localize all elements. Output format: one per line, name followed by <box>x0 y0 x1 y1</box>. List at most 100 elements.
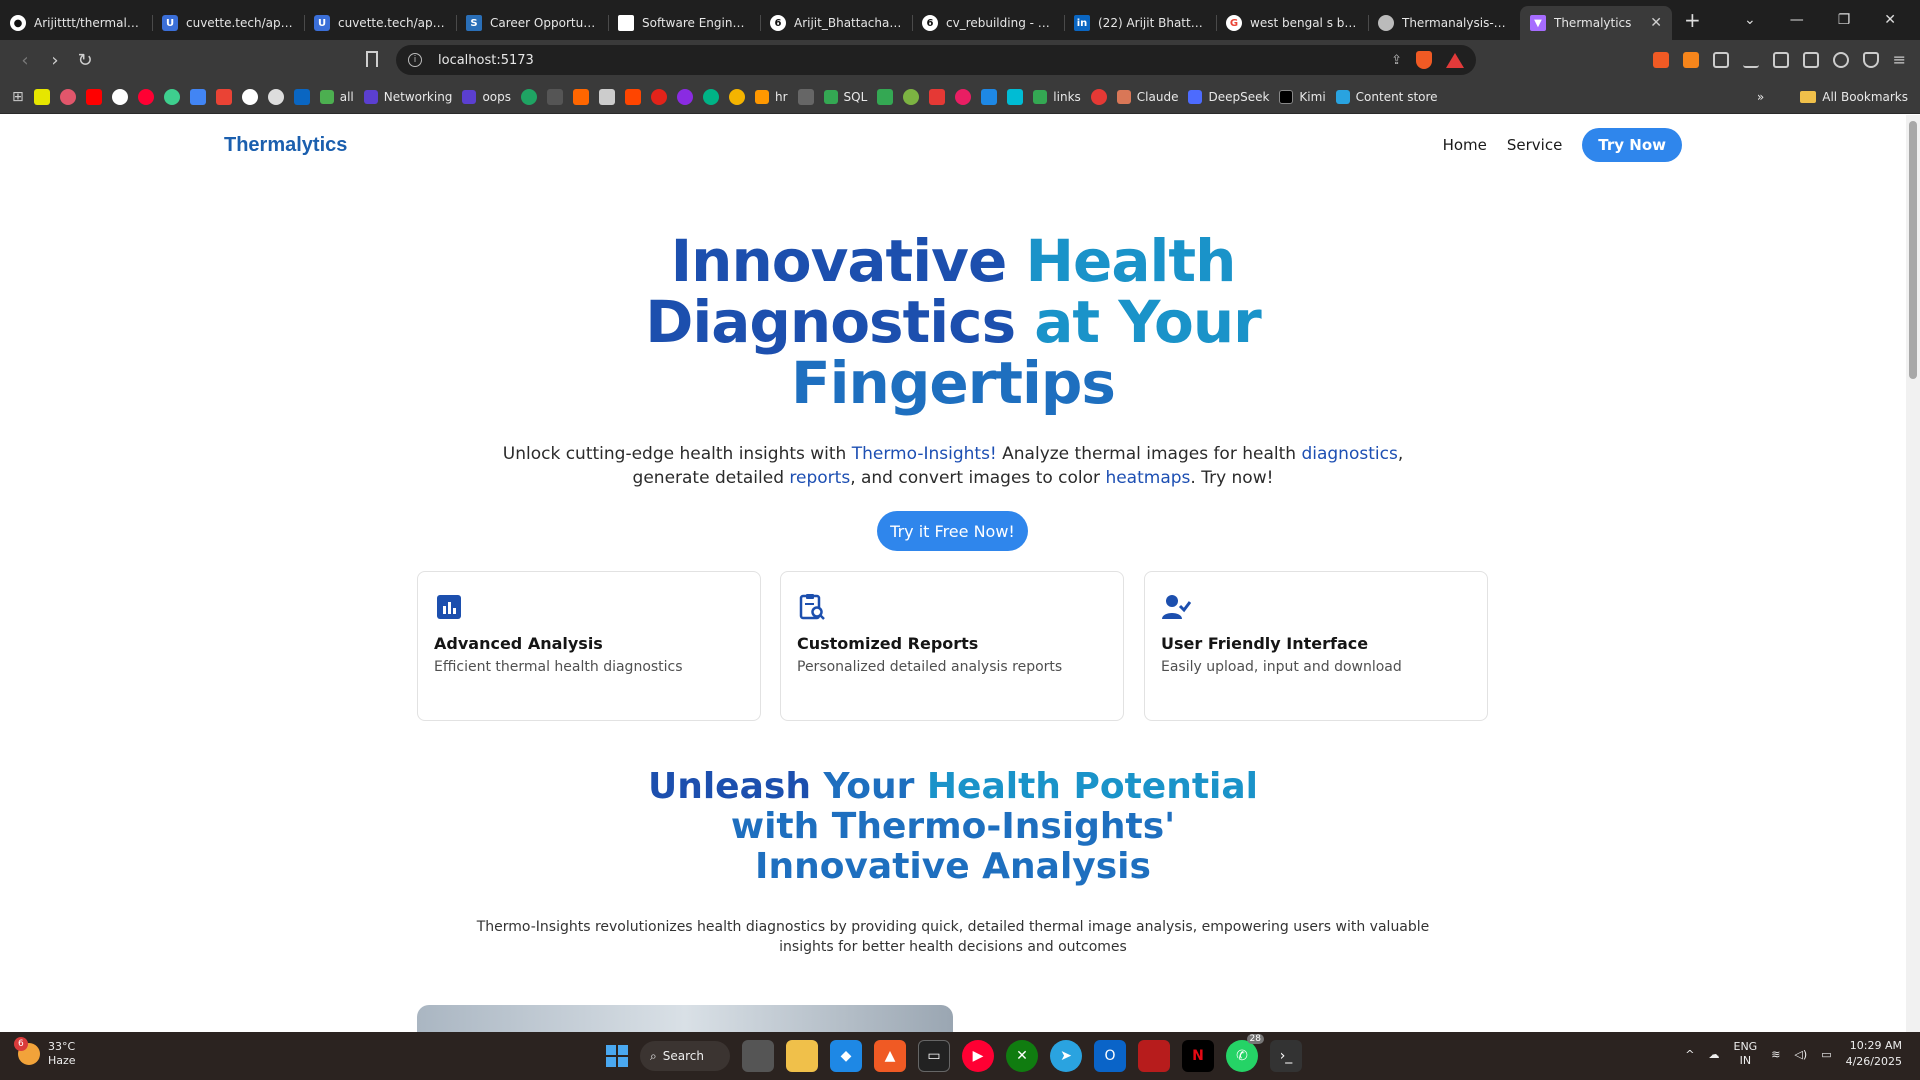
site-info-icon[interactable]: i <box>408 53 422 67</box>
leo-ai-icon[interactable] <box>1832 51 1849 68</box>
bookmark-favicon[interactable] <box>163 88 180 105</box>
bookmark-favicon[interactable] <box>59 88 76 105</box>
close-window-icon[interactable]: ✕ <box>1884 12 1896 28</box>
bookmark-favicon[interactable] <box>703 88 719 105</box>
site-logo[interactable]: Thermalytics <box>224 134 347 157</box>
vscode-icon[interactable]: ◆ <box>830 1040 862 1072</box>
all-bookmarks[interactable]: » All Bookmarks <box>1757 90 1908 104</box>
bookmark-sql[interactable]: SQL <box>823 89 867 104</box>
brave-shields-icon[interactable] <box>1416 51 1432 69</box>
youtube-music-icon[interactable] <box>137 88 154 105</box>
bookmark-favicon[interactable] <box>521 88 537 105</box>
share-icon[interactable]: ⇪ <box>1391 53 1402 68</box>
google-icon[interactable] <box>111 88 128 105</box>
brave-rewards-icon[interactable] <box>1446 52 1464 68</box>
bookmark-favicon[interactable] <box>599 88 615 105</box>
bookmark-favicon[interactable] <box>625 88 641 105</box>
download-icon[interactable] <box>1742 52 1759 68</box>
metamask-fox-icon[interactable] <box>1682 51 1699 68</box>
brave-icon[interactable]: ▲ <box>874 1040 906 1072</box>
tray-overflow-icon[interactable]: ^ <box>1685 1048 1694 1061</box>
tab-arijit-doc[interactable]: 6 Arijit_Bhattacharya <box>760 6 912 40</box>
battery-icon[interactable]: ▭ <box>1821 1048 1831 1061</box>
tab-cuvette-1[interactable]: Ucuvette.tech/app/st <box>152 6 304 40</box>
back-icon[interactable]: ‹ <box>10 45 40 75</box>
bookmark-favicon[interactable] <box>33 88 50 105</box>
scrollbar-thumb[interactable] <box>1909 121 1917 379</box>
address-text[interactable]: localhost:5173 <box>438 53 534 68</box>
github-icon[interactable] <box>241 88 258 105</box>
bookmark-claude[interactable]: Claude <box>1116 89 1178 104</box>
ycombinator-icon[interactable] <box>573 88 589 105</box>
terminal-icon[interactable]: ›_ <box>1270 1040 1302 1072</box>
menu-icon[interactable]: ≡ <box>1893 50 1906 69</box>
bookmark-favicon[interactable] <box>729 88 745 105</box>
bookmark-favicon[interactable] <box>1007 88 1024 105</box>
bookmark-favicon[interactable] <box>797 88 814 105</box>
reload-icon[interactable]: ↻ <box>70 45 100 75</box>
app-red-icon[interactable] <box>1138 1040 1170 1072</box>
outlook-icon[interactable]: O <box>1094 1040 1126 1072</box>
sidebar-icon[interactable] <box>1772 51 1789 68</box>
onedrive-cloud-icon[interactable]: ☁ <box>1709 1048 1720 1061</box>
task-view-icon[interactable] <box>742 1040 774 1072</box>
try-free-button[interactable]: Try it Free Now! <box>877 511 1028 551</box>
xbox-icon[interactable]: ✕ <box>1006 1040 1038 1072</box>
nav-home-link[interactable]: Home <box>1443 136 1487 154</box>
restore-icon[interactable]: ❐ <box>1838 12 1851 28</box>
tab-thermanalysis[interactable]: Thermanalysis-Rep <box>1368 6 1520 40</box>
telegram-icon[interactable]: ➤ <box>1050 1040 1082 1072</box>
taskbar-search[interactable]: ⌕ Search <box>640 1041 730 1071</box>
tab-linkedin[interactable]: in(22) Arijit Bhattacha <box>1064 6 1216 40</box>
tab-search-icon[interactable]: ⌄ <box>1744 12 1756 28</box>
clock[interactable]: 10:29 AM 4/26/2025 <box>1846 1038 1902 1070</box>
file-explorer-icon[interactable] <box>786 1040 818 1072</box>
youtube-music-icon[interactable]: ▶ <box>962 1040 994 1072</box>
bookmark-favicon[interactable] <box>955 88 972 105</box>
apps-grid-icon[interactable]: ⊞ <box>12 89 24 105</box>
bookmark-favicon[interactable] <box>651 88 667 105</box>
google-docs-icon[interactable] <box>189 88 206 105</box>
bookmark-favicon[interactable] <box>877 88 894 105</box>
try-now-button[interactable]: Try Now <box>1582 128 1682 162</box>
volume-icon[interactable]: ◁) <box>1794 1048 1807 1061</box>
tab-thermalytics[interactable]: ▼ Thermalytics ✕ <box>1520 6 1672 40</box>
netflix-icon[interactable]: N <box>1182 1040 1214 1072</box>
tab-github[interactable]: ● Arijitttt/thermal_ins <box>0 6 152 40</box>
linkedin-icon[interactable] <box>293 88 310 105</box>
bookmark-favicon[interactable] <box>903 88 920 105</box>
youtube-icon[interactable] <box>85 88 102 105</box>
bookmark-favicon[interactable] <box>981 88 998 105</box>
whatsapp-icon[interactable]: ✆ 28 <box>1226 1034 1264 1072</box>
bookmark-kimi[interactable]: Kimi <box>1279 89 1326 104</box>
extension-red-icon[interactable] <box>1652 51 1669 68</box>
bookmark-oops[interactable]: oops <box>462 89 511 104</box>
play-icon[interactable] <box>547 88 563 105</box>
nav-service-link[interactable]: Service <box>1507 136 1562 154</box>
bookmark-deepseek[interactable]: DeepSeek <box>1188 89 1269 104</box>
bookmark-favicon[interactable] <box>677 88 693 105</box>
bookmark-favicon[interactable] <box>929 88 946 105</box>
terminal-window-icon[interactable]: ▭ <box>918 1040 950 1072</box>
tab-cv[interactable]: 6 cv_rebuilding - Onl <box>912 6 1064 40</box>
new-tab-icon[interactable]: + <box>1684 8 1701 32</box>
wifi-icon[interactable]: ≋ <box>1771 1048 1780 1061</box>
overflow-chevron-icon[interactable]: » <box>1757 90 1764 104</box>
weather-widget[interactable]: 6 33°C Haze <box>14 1037 76 1068</box>
tab-cuvette-2[interactable]: Ucuvette.tech/app/d <box>304 6 456 40</box>
gmail-icon[interactable] <box>215 88 232 105</box>
forward-icon[interactable]: › <box>40 45 70 75</box>
close-tab-icon[interactable]: ✕ <box>1650 15 1662 31</box>
page-scrollbar[interactable] <box>1906 115 1920 1032</box>
bookmark-links[interactable]: links <box>1033 89 1081 104</box>
windows-start-icon[interactable] <box>606 1045 628 1067</box>
bookmark-favicon[interactable] <box>267 88 284 105</box>
bookmark-content-store[interactable]: Content store <box>1335 89 1438 104</box>
tab-career[interactable]: S Career Opportuniti <box>456 6 608 40</box>
wallet-icon[interactable] <box>1802 51 1819 68</box>
bookmark-networking[interactable]: Networking <box>363 89 452 104</box>
puzzle-extensions-icon[interactable] <box>1712 51 1729 68</box>
vpn-icon[interactable] <box>1862 51 1879 68</box>
minimize-icon[interactable]: — <box>1790 12 1804 28</box>
tab-software-engineer[interactable]: Software Engineer <box>608 6 760 40</box>
